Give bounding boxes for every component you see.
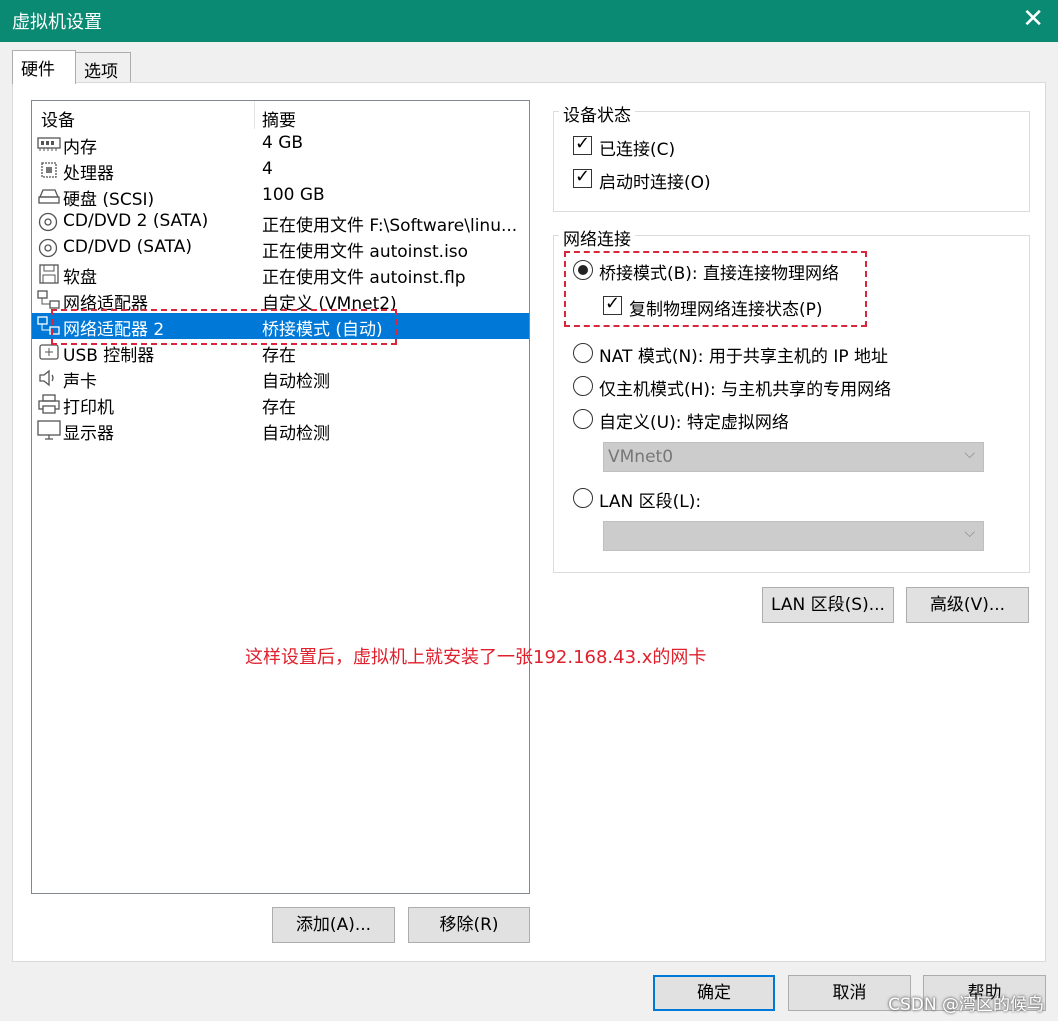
monitor-icon (37, 420, 61, 440)
device-row-cd-dvd-2[interactable]: CD/DVD 2 (SATA) 正在使用文件 F:\Software\linu.… (32, 209, 529, 236)
annotation-note: 这样设置后，虚拟机上就安装了一张192.168.43.x的网卡 (245, 647, 707, 668)
memory-icon (37, 137, 61, 151)
device-name: 内存 (63, 138, 97, 158)
column-header-device[interactable]: 设备 (41, 106, 75, 131)
custom-network-value: VMnet0 (608, 447, 674, 467)
title-bar: 虚拟机设置 ✕ (0, 0, 1058, 42)
custom-radio[interactable] (573, 409, 593, 429)
device-name: CD/DVD 2 (SATA) (63, 211, 209, 231)
host-only-label[interactable]: 仅主机模式(H): 与主机共享的专用网络 (599, 375, 891, 400)
device-status-group (553, 111, 1030, 212)
highlight-bridged-mode (564, 251, 867, 327)
host-only-radio[interactable] (573, 376, 593, 396)
device-summary: 正在使用文件 F:\Software\linu... (262, 216, 518, 236)
device-list[interactable]: 设备 摘要 内存 4 GB 处理器 4 硬盘 (SCSI) 100 GB CD/… (31, 100, 530, 894)
printer-icon (38, 394, 60, 414)
column-divider (254, 101, 255, 129)
device-summary: 存在 (262, 398, 296, 418)
nat-radio[interactable] (573, 343, 593, 363)
device-row-cd-dvd[interactable]: CD/DVD (SATA) 正在使用文件 autoinst.iso (32, 235, 529, 262)
device-summary: 自动检测 (262, 424, 330, 444)
network-connection-title: 网络连接 (559, 225, 635, 250)
network-adapter-icon (37, 290, 60, 309)
device-summary: 4 GB (262, 133, 304, 153)
device-status-title: 设备状态 (559, 101, 635, 126)
device-name: 声卡 (63, 372, 97, 392)
device-name: CD/DVD (SATA) (63, 237, 192, 257)
cd-dvd-icon (38, 212, 58, 232)
connect-at-power-on-checkbox[interactable]: ✓ (573, 166, 592, 188)
chevron-down-icon: ⌵ (964, 525, 975, 541)
nat-label[interactable]: NAT 模式(N): 用于共享主机的 IP 地址 (599, 342, 888, 367)
connected-checkbox[interactable]: ✓ (573, 133, 592, 155)
ok-button[interactable]: 确定 (653, 975, 775, 1011)
device-name: 处理器 (63, 164, 114, 184)
check-icon: ✓ (575, 133, 591, 154)
device-summary: 正在使用文件 autoinst.flp (262, 268, 466, 288)
speaker-icon (39, 369, 54, 387)
device-name: 显示器 (63, 424, 114, 444)
custom-network-select[interactable]: VMnet0 ⌵ (603, 442, 984, 472)
device-name: 打印机 (63, 398, 114, 418)
advanced-button[interactable]: 高级(V)... (906, 587, 1029, 623)
tab-hardware[interactable]: 硬件 (12, 50, 76, 84)
device-row-printer[interactable]: 打印机 存在 (32, 391, 529, 418)
device-row-memory[interactable]: 内存 4 GB (32, 131, 529, 158)
device-name: 软盘 (63, 268, 97, 288)
lan-segment-select[interactable]: ⌵ (603, 521, 984, 551)
column-header-summary[interactable]: 摘要 (262, 106, 296, 131)
device-row-hard-disk[interactable]: 硬盘 (SCSI) 100 GB (32, 183, 529, 210)
tab-options[interactable]: 选项 (75, 52, 131, 84)
device-row-floppy[interactable]: 软盘 正在使用文件 autoinst.flp (32, 261, 529, 288)
device-row-display[interactable]: 显示器 自动检测 (32, 417, 529, 444)
device-name: 硬盘 (SCSI) (63, 190, 155, 210)
device-summary: 正在使用文件 autoinst.iso (262, 242, 469, 262)
processor-icon (41, 162, 57, 178)
device-summary: 4 (262, 159, 273, 179)
hard-disk-icon (38, 189, 60, 204)
device-row-processor[interactable]: 处理器 4 (32, 157, 529, 184)
connected-label[interactable]: 已连接(C) (599, 135, 675, 160)
remove-button[interactable]: 移除(R) (408, 907, 530, 943)
device-summary: 自动检测 (262, 372, 330, 392)
add-button[interactable]: 添加(A)... (272, 907, 395, 943)
cd-dvd-icon (38, 238, 58, 258)
watermark: CSDN @湾区的候鸟 (888, 995, 1044, 1015)
connect-at-power-on-label[interactable]: 启动时连接(O) (599, 168, 711, 193)
usb-icon (39, 344, 59, 360)
highlight-selected-adapter (51, 309, 397, 345)
floppy-icon (39, 264, 59, 284)
close-icon[interactable]: ✕ (1022, 5, 1044, 33)
device-summary: 100 GB (262, 185, 325, 205)
window-title: 虚拟机设置 (12, 12, 102, 33)
lan-segments-button[interactable]: LAN 区段(S)... (762, 587, 894, 623)
lan-segment-label[interactable]: LAN 区段(L): (599, 487, 701, 512)
check-icon: ✓ (575, 166, 591, 187)
chevron-down-icon: ⌵ (964, 446, 975, 462)
lan-segment-radio[interactable] (573, 488, 593, 508)
custom-label[interactable]: 自定义(U): 特定虚拟网络 (599, 408, 789, 433)
device-row-sound-card[interactable]: 声卡 自动检测 (32, 365, 529, 392)
